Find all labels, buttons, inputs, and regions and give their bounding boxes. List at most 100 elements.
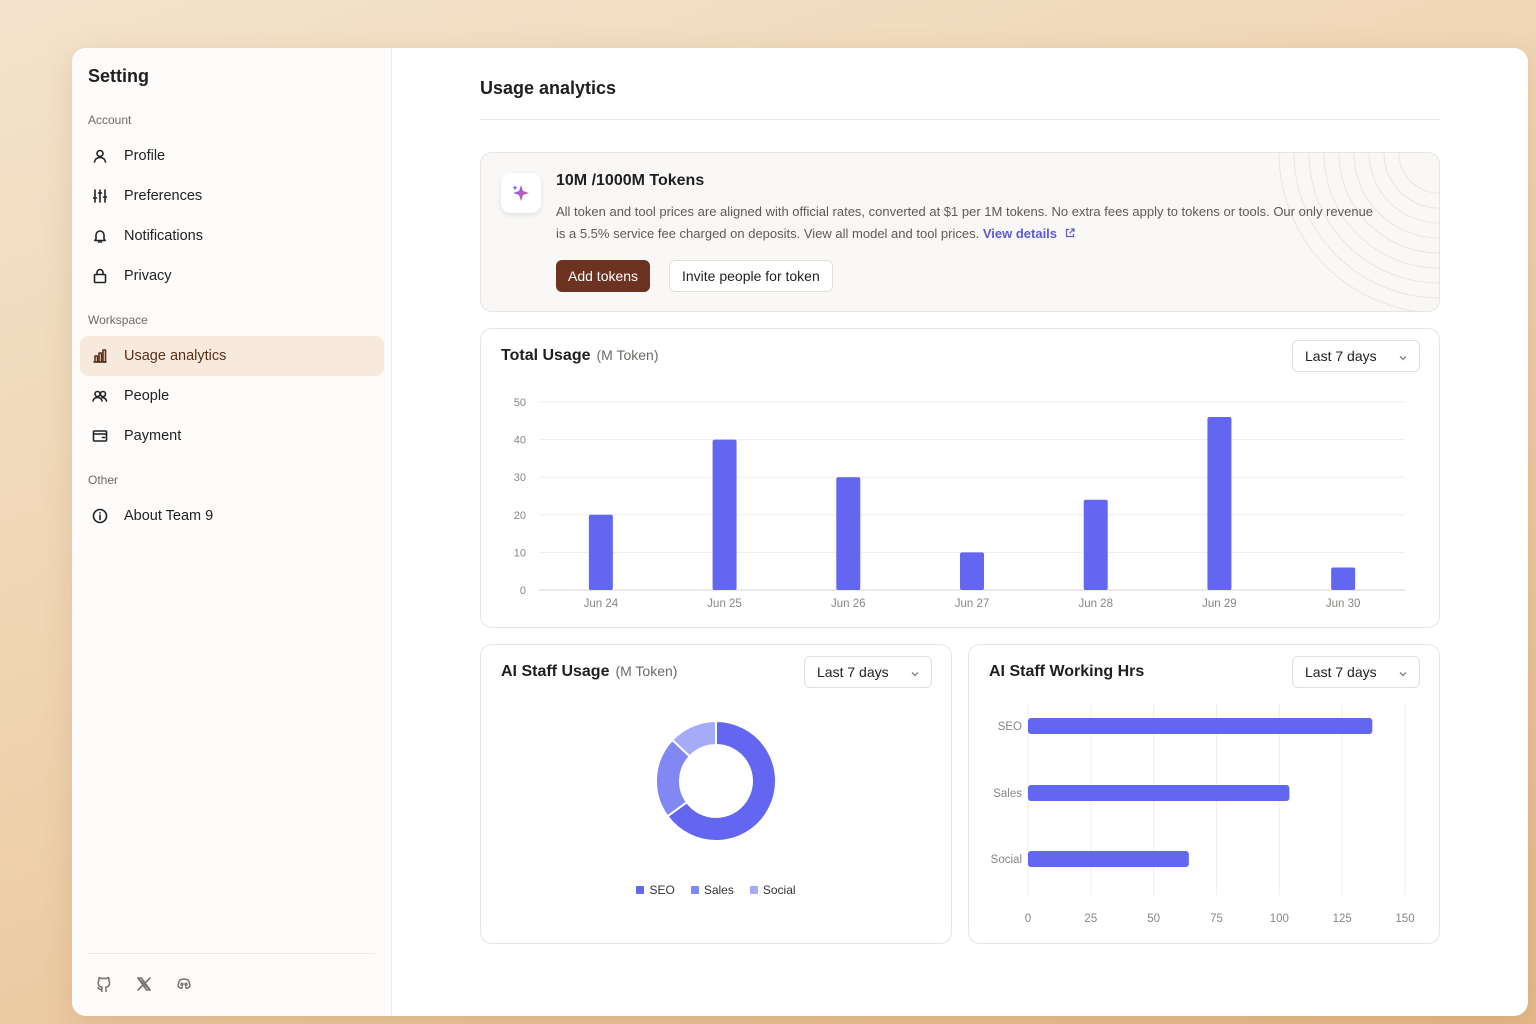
x-tick-label: 150 <box>1395 913 1414 925</box>
legend-swatch <box>636 886 645 894</box>
y-tick-label: SEO <box>998 721 1022 733</box>
token-description-text: All token and tool prices are aligned wi… <box>556 204 1374 241</box>
ai-staff-usage-donut <box>655 719 777 842</box>
ai-staff-usage-unit: (M Token) <box>615 663 678 679</box>
ai-staff-hours-title: AI Staff Working Hrs <box>989 663 1145 680</box>
range-select-value: Last 7 days <box>1305 664 1377 680</box>
sidebar-item-label: Profile <box>124 148 166 164</box>
legend-label: Sales <box>703 883 734 897</box>
title-divider <box>480 119 1440 120</box>
range-select-value: Last 7 days <box>1305 348 1377 364</box>
y-tick-label: 50 <box>514 397 526 409</box>
y-tick-label: 0 <box>520 585 526 597</box>
x-icon[interactable] <box>136 976 154 994</box>
total-usage-title: Total Usage (M Token) <box>501 347 658 365</box>
view-details-label: View details <box>982 226 1058 241</box>
chevron-down-icon <box>1397 351 1409 363</box>
bar-jun-25 <box>712 439 737 590</box>
sidebar-item-preferences[interactable]: Preferences <box>80 176 384 216</box>
sidebar-item-label: People <box>124 388 170 404</box>
sparkle-icon <box>501 173 541 213</box>
y-tick-label: 40 <box>514 435 526 447</box>
section-label-other: Other <box>88 473 119 487</box>
legend-label: SEO <box>649 883 675 897</box>
bar-seo <box>1028 718 1373 734</box>
legend-swatch <box>690 886 699 894</box>
x-tick-label: 25 <box>1084 913 1097 925</box>
chevron-down-icon <box>909 667 921 679</box>
ai-staff-usage-title: AI Staff Usage (M Token) <box>501 663 677 681</box>
user-icon <box>92 148 108 164</box>
sidebar-item-label: Privacy <box>124 268 172 284</box>
github-icon[interactable] <box>96 976 114 994</box>
x-tick-label: 75 <box>1210 913 1223 925</box>
info-icon <box>92 508 108 524</box>
x-tick-label: 50 <box>1147 913 1160 925</box>
y-tick-label: Social <box>991 854 1022 866</box>
x-tick-label: 100 <box>1270 913 1289 925</box>
x-tick-label: Jun 27 <box>955 598 990 610</box>
main-content: Usage analytics 10M /1000M Tokens All to… <box>392 48 1528 1016</box>
total-usage-range-select[interactable]: Last 7 days <box>1292 340 1420 372</box>
sidebar-item-privacy[interactable]: Privacy <box>80 256 384 296</box>
bar-jun-24 <box>588 514 613 590</box>
sidebar-item-usage-analytics[interactable]: Usage analytics <box>80 336 384 376</box>
x-tick-label: 0 <box>1025 913 1031 925</box>
range-select-value: Last 7 days <box>817 664 889 680</box>
token-description: All token and tool prices are aligned wi… <box>556 201 1376 245</box>
chevron-down-icon <box>1397 667 1409 679</box>
y-tick-label: 30 <box>514 472 526 484</box>
ai-staff-hours-range-select[interactable]: Last 7 days <box>1292 656 1420 688</box>
ai-staff-usage-range-select[interactable]: Last 7 days <box>804 656 932 688</box>
discord-icon[interactable] <box>176 976 194 994</box>
x-tick-label: Jun 26 <box>831 598 866 610</box>
invite-people-button[interactable]: Invite people for token <box>669 260 833 292</box>
token-quota-title: 10M /1000M Tokens <box>556 172 705 189</box>
legend-swatch <box>749 886 758 894</box>
bar-jun-26 <box>836 477 861 590</box>
lock-icon <box>92 268 108 284</box>
y-tick-label: 10 <box>514 547 526 559</box>
sliders-icon <box>92 188 108 204</box>
ai-staff-usage-title-text: AI Staff Usage <box>501 663 610 680</box>
sidebar-item-notifications[interactable]: Notifications <box>80 216 384 256</box>
add-tokens-button[interactable]: Add tokens <box>556 260 651 292</box>
legend-label: Social <box>762 883 796 897</box>
sidebar-item-label: Notifications <box>124 228 203 244</box>
sidebar-footer-divider <box>88 953 375 954</box>
bar-jun-27 <box>960 552 984 590</box>
token-card: 10M /1000M Tokens All token and tool pri… <box>480 152 1440 312</box>
x-tick-label: Jun 30 <box>1326 598 1361 610</box>
sidebar-item-label: Payment <box>124 428 182 444</box>
x-tick-label: Jun 29 <box>1202 598 1237 610</box>
view-details-link[interactable]: View details <box>983 226 1076 241</box>
sidebar-item-about[interactable]: About Team 9 <box>80 496 384 536</box>
bar-jun-28 <box>1083 499 1108 590</box>
y-tick-label: 20 <box>514 510 526 522</box>
settings-window: Setting Account Profile Preferences Noti… <box>72 48 1528 1016</box>
x-tick-label: Jun 28 <box>1078 598 1113 610</box>
ai-staff-hours-card: AI Staff Working Hrs Last 7 days 0 25 50 75… <box>968 644 1440 944</box>
sidebar-item-payment[interactable]: Payment <box>80 416 384 456</box>
sidebar-item-profile[interactable]: Profile <box>80 136 384 176</box>
legend-item-sales: Sales <box>690 883 734 897</box>
ai-staff-usage-legend: SEO Sales Social <box>481 883 951 897</box>
sidebar-item-label: Usage analytics <box>124 348 227 364</box>
sidebar-item-people[interactable]: People <box>80 376 384 416</box>
y-tick-label: Sales <box>993 788 1022 800</box>
sidebar-title: Setting <box>88 66 149 86</box>
total-usage-title-text: Total Usage <box>501 347 591 364</box>
external-link-icon <box>1065 228 1075 238</box>
page-title: Usage analytics <box>480 78 617 98</box>
total-usage-card: Total Usage (M Token) Last 7 days 0 10 20 30… <box>480 328 1440 628</box>
legend-item-seo: SEO <box>636 883 675 897</box>
x-tick-label: 125 <box>1333 913 1352 925</box>
sidebar: Setting Account Profile Preferences Noti… <box>72 48 392 1016</box>
bell-icon <box>92 228 108 244</box>
x-tick-label: Jun 25 <box>707 598 742 610</box>
bar-jun-29 <box>1207 417 1232 590</box>
bar-chart-icon <box>92 348 108 364</box>
sidebar-item-label: About Team 9 <box>124 508 214 524</box>
users-icon <box>92 388 108 404</box>
total-usage-unit: (M Token) <box>596 347 659 363</box>
